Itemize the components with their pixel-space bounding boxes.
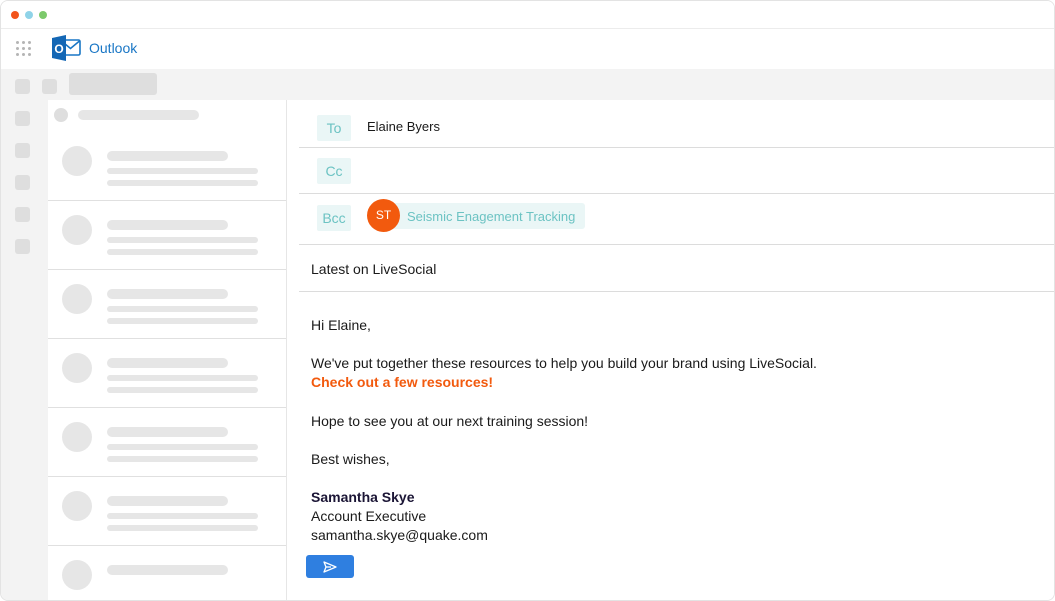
cc-field-row[interactable]: Cc [299,148,1054,194]
text-line-placeholder [107,375,258,381]
window-titlebar [1,1,1054,29]
text-line-placeholder [107,180,258,186]
avatar-placeholder [62,491,92,521]
left-nav-rail [1,100,48,600]
search-row [48,100,286,130]
text-line-placeholder [107,151,228,161]
text-line-placeholder [107,565,228,575]
app-header: O Outlook [1,29,1054,69]
subject-line[interactable]: Latest on LiveSocial [311,261,436,277]
app-window: O Outlook To Elaine Byers Cc Bcc Seismic… [0,0,1055,601]
compose-pane: To Elaine Byers Cc Bcc Seismic Enagement… [287,100,1054,600]
text-line-placeholder [107,306,258,312]
avatar: ST [367,199,400,232]
signoff-text: Best wishes, [311,451,390,467]
list-item[interactable] [48,201,286,270]
text-line-placeholder [107,289,228,299]
minimize-window-button[interactable] [25,11,33,19]
greeting-text: Hi Elaine, [311,317,371,333]
sender-title: Account Executive [311,508,427,524]
avatar-placeholder [62,560,92,590]
text-line-placeholder [107,444,258,450]
text-line-placeholder [107,168,258,174]
text-line-placeholder [107,456,258,462]
resources-link[interactable]: Check out a few resources! [311,374,493,390]
text-line-placeholder [107,220,228,230]
avatar-placeholder [62,215,92,245]
send-icon [323,561,337,573]
text-line-placeholder [107,525,258,531]
toolbar-button-placeholder[interactable] [42,79,57,94]
avatar-placeholder [62,284,92,314]
text-line-placeholder [107,318,258,324]
text-line-placeholder [107,496,228,506]
nav-item-placeholder[interactable] [15,175,30,190]
maximize-window-button[interactable] [39,11,47,19]
app-launcher-icon[interactable] [16,41,32,57]
list-item[interactable] [48,408,286,477]
toolbar [1,69,1054,100]
intro-text: We've put together these resources to he… [311,355,817,371]
bcc-field-row[interactable]: Bcc Seismic Enagement Tracking ST [299,194,1054,245]
text-line-placeholder [107,513,258,519]
cc-label: Cc [317,158,351,184]
to-label: To [317,115,351,141]
outlook-logo-icon: O [52,35,81,61]
nav-item-placeholder[interactable] [15,239,30,254]
text-line-placeholder [107,249,258,255]
list-item[interactable] [48,132,286,201]
bcc-label: Bcc [317,205,351,231]
list-item[interactable] [48,546,286,600]
toolbar-wide-button-placeholder[interactable] [69,73,157,95]
bcc-recipient-chip[interactable]: Seismic Enagement Tracking [381,203,585,229]
app-title: Outlook [89,40,138,56]
list-item[interactable] [48,477,286,546]
nav-item-placeholder[interactable] [15,111,30,126]
search-input-placeholder[interactable] [78,110,199,120]
text-line-placeholder [107,387,258,393]
search-icon-placeholder[interactable] [54,108,68,122]
svg-text:O: O [54,42,63,56]
toolbar-button-placeholder[interactable] [15,79,30,94]
closing-text: Hope to see you at our next training ses… [311,413,589,429]
to-recipient[interactable]: Elaine Byers [367,119,440,134]
text-line-placeholder [107,237,258,243]
text-line-placeholder [107,427,228,437]
nav-item-placeholder[interactable] [15,207,30,222]
text-line-placeholder [107,358,228,368]
message-list [48,100,287,600]
to-field-row[interactable]: To Elaine Byers [299,100,1054,148]
list-item[interactable] [48,339,286,408]
close-window-button[interactable] [11,11,19,19]
avatar-placeholder [62,353,92,383]
sender-name: Samantha Skye [311,489,415,505]
send-button[interactable] [306,555,354,578]
list-item[interactable] [48,270,286,339]
bcc-chip-label: Seismic Enagement Tracking [407,209,576,224]
avatar-placeholder [62,146,92,176]
sender-email: samantha.skye@quake.com [311,527,488,543]
avatar-placeholder [62,422,92,452]
nav-item-placeholder[interactable] [15,143,30,158]
